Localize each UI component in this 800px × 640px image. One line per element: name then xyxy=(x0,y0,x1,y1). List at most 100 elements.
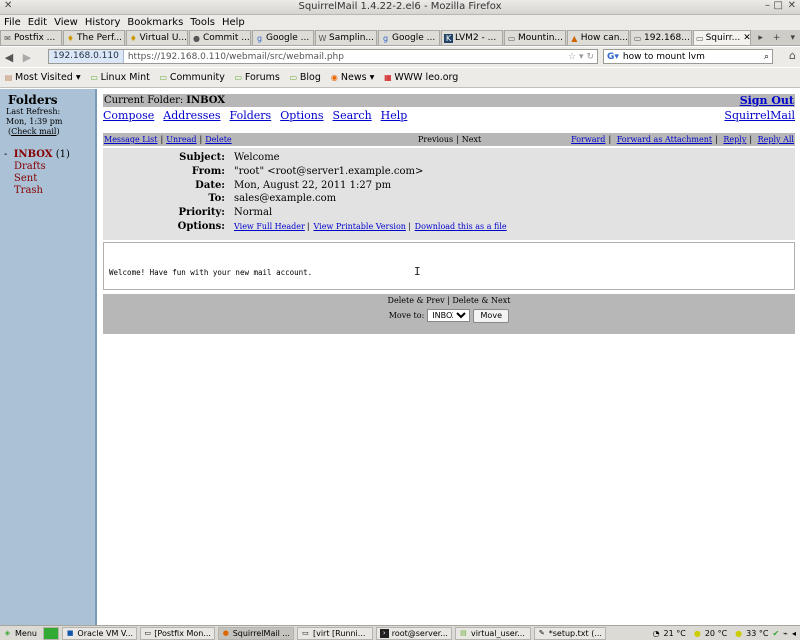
browser-tab[interactable]: g Google ... xyxy=(252,30,314,45)
delete-next-link[interactable]: Delete & Next xyxy=(452,296,510,305)
delete-prev-link[interactable]: Delete & Prev xyxy=(388,296,445,305)
update-shield-icon[interactable]: ✔ xyxy=(772,629,779,638)
delete-link[interactable]: Delete xyxy=(205,135,231,144)
nav-addresses[interactable]: Addresses xyxy=(163,109,220,122)
folder-item-drafts[interactable]: Drafts xyxy=(4,161,95,173)
view-full-header-link[interactable]: View Full Header xyxy=(234,222,305,231)
url-bar[interactable]: 192.168.0.110 https://192.168.0.110/webm… xyxy=(48,49,598,64)
inbox-count: (1) xyxy=(55,149,70,160)
nav-help[interactable]: Help xyxy=(381,109,408,122)
squirrelmail-link[interactable]: SquirrelMail xyxy=(724,109,795,122)
bookmark-leo[interactable]: ▦ WWW leo.org xyxy=(383,72,458,83)
browser-tab[interactable]: W Samplin... xyxy=(315,30,377,45)
browser-tab[interactable]: g Google ... xyxy=(378,30,440,45)
weather-temp-2[interactable]: ● 20 °C xyxy=(690,629,727,638)
taskbar-item[interactable]: ▭ [virt [Runni... xyxy=(296,626,373,640)
home-icon[interactable]: ⌂ xyxy=(789,49,796,62)
weather-temp-3[interactable]: ● 33 °C xyxy=(731,629,768,638)
site-identity-button[interactable]: 192.168.0.110 xyxy=(49,50,124,63)
new-tab-icon[interactable]: + xyxy=(773,33,781,43)
browser-tab[interactable]: ▲ How can... xyxy=(567,30,629,45)
nav-search[interactable]: Search xyxy=(333,109,372,122)
flag-icon: ▦ xyxy=(384,73,392,82)
browser-tab[interactable]: ● Commit ... xyxy=(189,30,251,45)
close-tab-icon[interactable]: ✕ xyxy=(743,33,750,43)
bookmark-forums[interactable]: ▭ Forums xyxy=(234,72,280,83)
forward-link[interactable]: Forward xyxy=(571,135,605,144)
search-box[interactable]: G▾ how to mount lvm ⌕ xyxy=(603,49,773,64)
folder-item-trash[interactable]: Trash xyxy=(4,185,95,197)
menu-file[interactable]: File xyxy=(4,17,21,28)
taskbar-item[interactable]: ■ Oracle VM V... xyxy=(61,626,137,640)
folder-item-sent[interactable]: Sent xyxy=(4,173,95,185)
forward-attachment-link[interactable]: Forward as Attachment xyxy=(617,135,712,144)
bookmark-star-icon[interactable]: ☆ xyxy=(568,52,576,62)
date-label: Date: xyxy=(195,179,225,191)
download-file-link[interactable]: Download this as a file xyxy=(415,222,507,231)
close-icon[interactable]: ✕ xyxy=(788,0,796,11)
last-refresh-time: Mon, 1:39 pm xyxy=(6,117,63,126)
weather-temp-1[interactable]: ◔ 21 °C xyxy=(653,629,686,638)
menu-history[interactable]: History xyxy=(85,17,121,28)
view-printable-link[interactable]: View Printable Version xyxy=(314,222,406,231)
menu-tools[interactable]: Tools xyxy=(190,17,215,28)
reload-icon[interactable]: ↻ xyxy=(586,52,594,62)
start-menu-button[interactable]: ◈ Menu xyxy=(0,627,40,640)
menu-bookmarks[interactable]: Bookmarks xyxy=(127,17,183,28)
bookmark-community[interactable]: ▭ Community xyxy=(159,72,225,83)
browser-tab[interactable]: ♦ The Perf... xyxy=(63,30,125,45)
nav-folders[interactable]: Folders xyxy=(230,109,272,122)
url-dropdown-icon[interactable]: ▾ xyxy=(579,52,584,62)
browser-tab[interactable]: ✉ Postfix ... xyxy=(0,30,62,45)
message-list-link[interactable]: Message List xyxy=(104,135,158,144)
forward-icon[interactable]: ▶ xyxy=(18,51,36,64)
check-mail-link[interactable]: Check mail xyxy=(11,127,56,136)
browser-tab[interactable]: ▭ Mountin... xyxy=(504,30,566,45)
browser-tab[interactable]: K LVM2 - ... xyxy=(441,30,503,45)
bookmark-news[interactable]: ◉ News ▾ xyxy=(330,72,374,83)
search-input[interactable]: how to mount lvm xyxy=(623,52,705,62)
search-engine-icon[interactable]: G▾ xyxy=(607,52,619,62)
postfix-icon: ✉ xyxy=(4,33,11,43)
network-icon[interactable]: ⌁ xyxy=(783,629,788,638)
folder-item-inbox[interactable]: - INBOX (1) xyxy=(4,149,95,161)
move-button[interactable]: Move xyxy=(473,308,510,323)
url-text[interactable]: https://192.168.0.110/webmail/src/webmai… xyxy=(128,52,344,62)
back-icon[interactable]: ◀ xyxy=(0,51,18,64)
taskbar-item-active[interactable]: ● SquirrelMail ... xyxy=(217,626,294,640)
github-icon: ● xyxy=(193,33,200,43)
bookmark-linux-mint[interactable]: ▭ Linux Mint xyxy=(90,72,149,83)
browser-tab[interactable]: ♦ Virtual U... xyxy=(126,30,188,45)
volume-icon[interactable]: ◂ xyxy=(792,629,796,638)
taskbar-item[interactable]: ▭ [Postfix Mon... xyxy=(139,626,215,640)
system-tray: ◔ 21 °C ● 20 °C ● 33 °C ✔ ⌁ ◂ xyxy=(649,629,800,638)
nav-compose[interactable]: Compose xyxy=(103,109,154,122)
search-icon[interactable]: ⌕ xyxy=(764,52,772,62)
bookmark-most-visited[interactable]: ▤ Most Visited ▾ xyxy=(4,72,81,83)
minimize-icon[interactable]: – xyxy=(765,0,770,11)
reply-all-link[interactable]: Reply All xyxy=(758,135,794,144)
maximize-icon[interactable]: □ xyxy=(774,0,783,11)
tab-scroll-right-icon[interactable]: ▸ xyxy=(758,33,763,43)
taskbar-item[interactable]: ✎ *setup.txt (... xyxy=(533,626,606,640)
sign-out-link[interactable]: Sign Out xyxy=(740,94,795,107)
taskbar-item[interactable]: ▤ virtual_user... xyxy=(454,626,531,640)
inbox-link[interactable]: INBOX xyxy=(14,149,53,160)
menu-bar: File Edit View History Bookmarks Tools H… xyxy=(0,15,800,30)
menu-view[interactable]: View xyxy=(54,17,78,28)
tab-list-icon[interactable]: ▾ xyxy=(790,33,795,43)
folder-icon: ▤ xyxy=(4,73,13,82)
unread-link[interactable]: Unread xyxy=(166,135,196,144)
bookmark-blog[interactable]: ▭ Blog xyxy=(289,72,321,83)
move-folder-select[interactable]: INBOX xyxy=(427,309,471,323)
browser-tab[interactable]: ▭ 192.168... xyxy=(630,30,692,45)
taskbar-item[interactable]: › root@server... xyxy=(375,626,452,640)
message-view: Current Folder: INBOX Sign Out Compose A… xyxy=(103,94,795,334)
menu-edit[interactable]: Edit xyxy=(28,17,47,28)
menu-help[interactable]: Help xyxy=(222,17,245,28)
browser-tab-active[interactable]: ▭ Squirr... ✕ xyxy=(693,30,751,45)
reply-link[interactable]: Reply xyxy=(723,135,746,144)
last-refresh-label: Last Refresh: xyxy=(6,107,61,116)
nav-options[interactable]: Options xyxy=(280,109,323,122)
show-desktop-button[interactable] xyxy=(42,626,59,640)
